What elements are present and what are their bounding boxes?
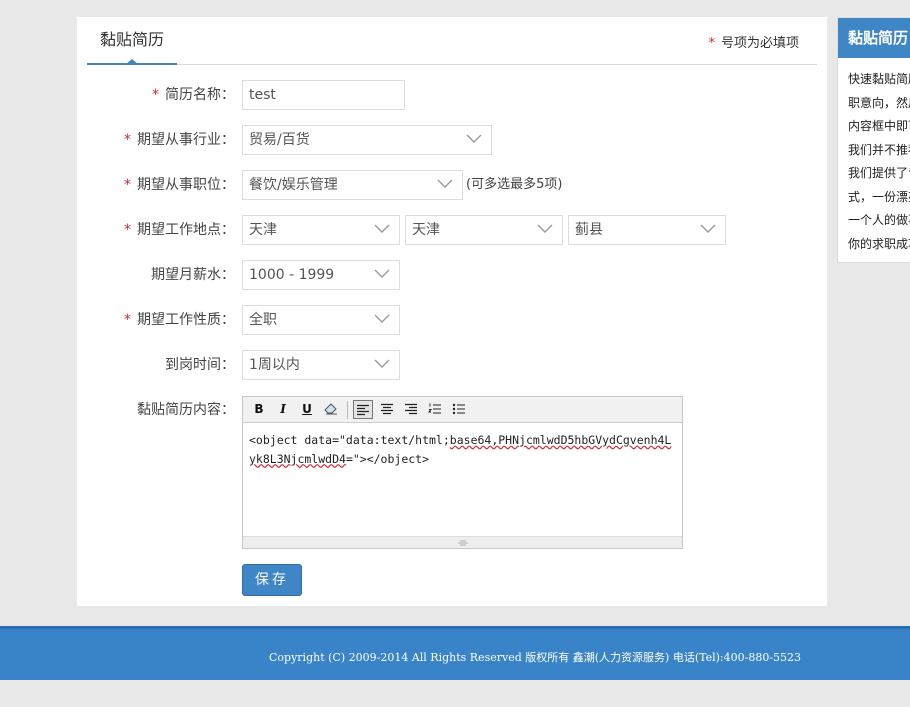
sidebar-title: 黏贴简历 [838,18,910,58]
location-label-text: 期望工作地点： [137,222,235,238]
province-value: 天津 [249,222,277,238]
job-type-select[interactable]: 全职 [242,305,400,335]
required-note-text: 号项为必填项 [720,36,799,51]
tab-label: 黏贴简历 [99,30,164,49]
editor-content[interactable]: <object data="data:text/html;base64,PHNj… [249,431,677,468]
align-right-icon [405,403,417,415]
rich-text-editor: B I U <object data="data:text/html;base6… [242,396,683,549]
salary-select[interactable]: 1000 - 1999 [242,260,400,290]
form-row-arrival: 到岗时间： 1周以内 [77,350,827,380]
resume-name-input[interactable]: test [242,80,405,110]
required-note: * 号项为必填项 [708,32,799,51]
salary-value: 1000 - 1999 [249,267,335,283]
italic-button[interactable]: I [273,400,293,419]
industry-label: * 期望从事行业： [124,125,235,155]
ordered-list-icon [427,403,441,414]
city-select[interactable]: 天津 [405,215,563,245]
arrival-value: 1周以内 [249,357,300,373]
sidebar-line: 式，一份漂亮 [848,189,910,204]
sidebar-line: 职意向，然后 [848,95,910,110]
industry-label-text: 期望从事行业： [137,132,235,148]
form-row-name: * 简历名称： test [77,80,827,110]
editor-resize-handle[interactable] [243,536,682,548]
chevron-down-icon [374,314,390,323]
site-footer: Copyright (C) 2009-2014 All Rights Reser… [0,626,910,680]
underline-button[interactable]: U [297,400,317,419]
editor-toolbar: B I U [243,397,682,423]
save-button[interactable]: 保存 [242,564,302,596]
required-star: * [124,312,131,328]
required-star: * [152,87,159,103]
job-type-label: * 期望工作性质： [124,305,235,335]
paste-resume-panel: 黏贴简历 * 号项为必填项 * 简历名称： test * 期望从事行业： 贸易/百货 … [77,17,827,606]
chevron-down-icon [374,269,390,278]
salary-label: 期望月薪水： [151,267,235,283]
tab-paste-resume[interactable]: 黏贴简历 [87,17,177,65]
industry-select[interactable]: 贸易/百货 [242,125,492,155]
align-left-button[interactable] [353,400,373,419]
name-label-text: 简历名称： [165,87,235,103]
position-label: * 期望从事职位： [124,170,235,200]
tab-bar: 黏贴简历 * 号项为必填项 [87,17,817,65]
unordered-list-icon [452,403,465,415]
sidebar-line: 我们并不推荐 [848,142,910,157]
align-center-button[interactable] [377,400,397,419]
resize-grip-icon [458,540,468,546]
required-star: * [708,36,715,51]
copyright-text: Copyright (C) 2009-2014 All Rights Reser… [269,651,802,664]
content-label: 黏贴简历内容： [137,402,235,418]
job-type-label-text: 期望工作性质： [137,312,235,328]
city-value: 天津 [412,222,440,238]
tab-caret-icon [126,59,138,64]
position-value: 餐饮/娱乐管理 [249,177,338,193]
form-row-job-type: * 期望工作性质： 全职 [77,305,827,335]
sidebar-line: 内容框中即可 [848,119,910,133]
align-right-button[interactable] [401,400,421,419]
chevron-down-icon [537,224,553,233]
district-select[interactable]: 蓟县 [568,215,726,245]
required-star: * [124,132,131,148]
eraser-button[interactable] [321,400,341,419]
form-row-salary: 期望月薪水： 1000 - 1999 [77,260,827,290]
position-hint: (可多选最多5项) [466,177,563,192]
form-row-industry: * 期望从事行业： 贸易/百货 [77,125,827,155]
sidebar-line: 你的求职成功 [848,236,910,251]
required-star: * [124,222,131,238]
position-select[interactable]: 餐饮/娱乐管理 [242,170,463,200]
province-select[interactable]: 天津 [242,215,400,245]
chevron-down-icon [700,224,716,233]
location-label: * 期望工作地点： [124,215,235,245]
eraser-icon [324,403,337,415]
chevron-down-icon [437,179,453,188]
sidebar-line: 一个人的做事 [848,213,910,227]
chevron-down-icon [466,134,482,143]
arrival-label: 到岗时间： [165,357,235,373]
bold-button[interactable]: B [249,400,269,419]
sidebar-line: 快速黏贴简历 [848,72,910,86]
toolbar-separator [347,401,348,419]
chevron-down-icon [374,224,390,233]
industry-value: 贸易/百货 [249,132,310,148]
form-row-position: * 期望从事职位： 餐饮/娱乐管理 (可多选最多5项) [77,170,827,200]
chevron-down-icon [374,359,390,368]
job-type-value: 全职 [249,312,277,328]
required-star: * [124,177,131,193]
help-sidebar: 黏贴简历 快速黏贴简历 职意向，然后 内容框中即可 我们并不推荐 我们提供了专 … [837,17,910,263]
align-center-icon [381,403,393,415]
unordered-list-button[interactable] [449,400,469,419]
sidebar-body: 快速黏贴简历 职意向，然后 内容框中即可 我们并不推荐 我们提供了专 式，一份漂… [838,58,910,256]
name-label: * 简历名称： [152,80,235,110]
arrival-select[interactable]: 1周以内 [242,350,400,380]
district-value: 蓟县 [575,222,603,238]
position-label-text: 期望从事职位： [137,177,235,193]
align-left-icon [357,404,369,416]
content-text-c: ="></object> [345,451,430,466]
sidebar-line: 我们提供了专 [848,166,910,180]
content-text-a: <object data="data:text/html; [249,433,450,447]
ordered-list-button[interactable] [425,400,445,419]
form-row-location: * 期望工作地点： 天津 天津 蓟县 [77,215,827,245]
